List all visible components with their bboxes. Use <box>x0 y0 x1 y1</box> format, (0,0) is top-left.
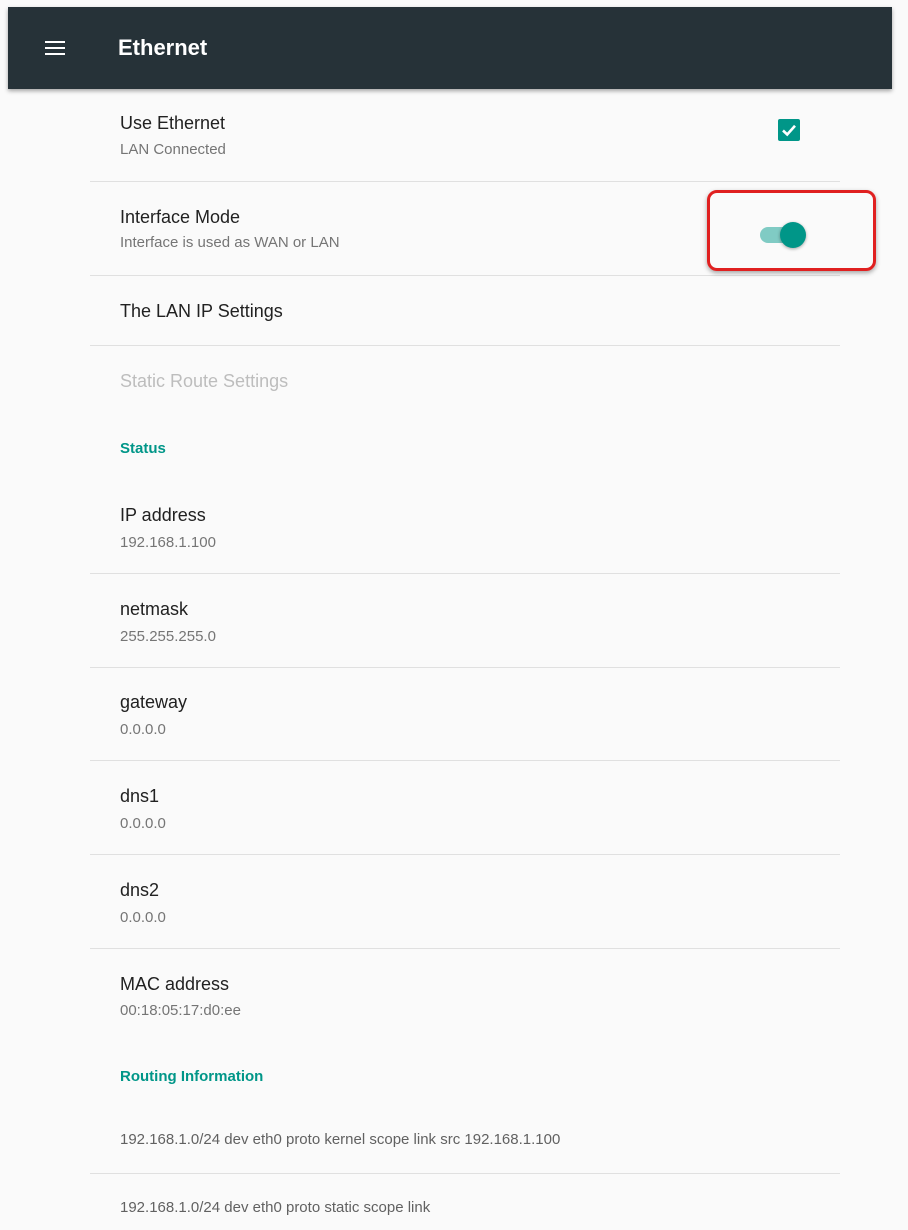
hamburger-icon[interactable] <box>42 38 68 58</box>
status-item-mac-address[interactable]: MAC address 00:18:05:17:d0:ee <box>90 949 840 1043</box>
highlight-box <box>707 190 876 271</box>
check-icon <box>782 124 796 137</box>
page-title: Ethernet <box>118 35 208 60</box>
status-section-header: Status <box>120 440 166 457</box>
status-item-title: netmask <box>120 599 189 619</box>
status-item-title: IP address <box>120 505 206 525</box>
route-item[interactable]: 192.168.1.0/24 dev eth0 proto static sco… <box>90 1174 840 1230</box>
status-item-value: 0.0.0.0 <box>120 721 166 738</box>
app-bar: Ethernet <box>8 7 892 89</box>
lan-ip-settings-title: The LAN IP Settings <box>120 301 283 321</box>
interface-mode-summary: Interface is used as WAN or LAN <box>120 234 340 251</box>
status-item-title: MAC address <box>120 974 230 994</box>
use-ethernet-summary: LAN Connected <box>120 141 226 158</box>
status-item-title: dns1 <box>120 786 160 806</box>
static-route-settings-row: Static Route Settings <box>90 346 840 416</box>
status-item-ip-address[interactable]: IP address 192.168.1.100 <box>90 480 840 574</box>
status-item-gateway[interactable]: gateway 0.0.0.0 <box>90 668 840 761</box>
status-item-value: 255.255.255.0 <box>120 628 216 645</box>
routing-section-header: Routing Information <box>120 1068 264 1085</box>
route-text: 192.168.1.0/24 dev eth0 proto static sco… <box>120 1199 431 1216</box>
status-item-title: gateway <box>120 692 188 712</box>
route-text: 192.168.1.0/24 dev eth0 proto kernel sco… <box>120 1131 561 1148</box>
status-item-value: 0.0.0.0 <box>120 815 166 832</box>
status-item-value: 00:18:05:17:d0:ee <box>120 1002 241 1019</box>
use-ethernet-checkbox[interactable] <box>778 119 800 141</box>
use-ethernet-row[interactable]: Use Ethernet LAN Connected <box>90 89 840 182</box>
status-item-value: 0.0.0.0 <box>120 909 166 926</box>
status-item-netmask[interactable]: netmask 255.255.255.0 <box>90 574 840 668</box>
interface-mode-title: Interface Mode <box>120 207 241 227</box>
status-item-dns1[interactable]: dns1 0.0.0.0 <box>90 761 840 855</box>
status-item-value: 192.168.1.100 <box>120 534 216 551</box>
lan-ip-settings-row[interactable]: The LAN IP Settings <box>90 276 840 346</box>
status-item-title: dns2 <box>120 880 160 900</box>
use-ethernet-title: Use Ethernet <box>120 113 226 133</box>
static-route-settings-title: Static Route Settings <box>120 371 289 391</box>
status-item-dns2[interactable]: dns2 0.0.0.0 <box>90 855 840 949</box>
route-item[interactable]: 192.168.1.0/24 dev eth0 proto kernel sco… <box>90 1106 840 1174</box>
